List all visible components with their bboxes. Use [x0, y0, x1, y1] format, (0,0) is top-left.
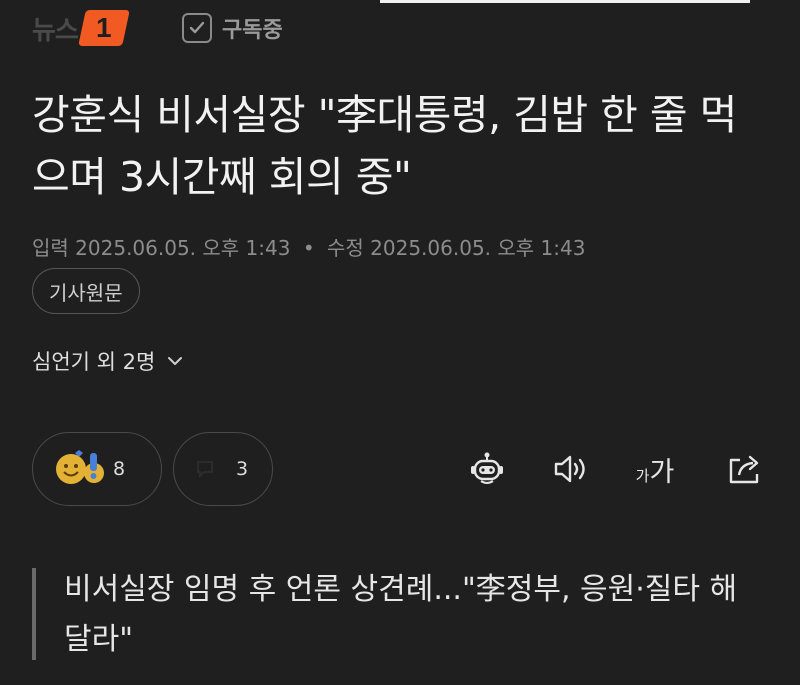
original-article-button[interactable]: 기사원문	[32, 268, 140, 314]
meta-separator: •	[302, 236, 315, 260]
emotion-count: 8	[113, 458, 126, 480]
comment-count: 3	[236, 458, 249, 480]
article-timestamps: 입력 2025.06.05. 오후 1:43 • 수정 2025.06.05. …	[32, 232, 585, 261]
read-aloud-button[interactable]	[546, 444, 596, 494]
font-size-button[interactable]: 가가	[630, 444, 680, 494]
published-label: 입력	[32, 236, 69, 260]
comment-button[interactable]: 3	[173, 432, 273, 506]
modified-label: 수정	[326, 236, 364, 260]
share-icon	[729, 455, 759, 484]
robot-summary-icon	[471, 452, 503, 484]
news1-logo[interactable]: 뉴스 1	[32, 10, 130, 46]
chevron-down-icon	[168, 357, 183, 365]
subtitle-quote-bar	[32, 568, 36, 660]
check-icon	[182, 13, 212, 43]
surprise-emoji-icon	[84, 453, 104, 483]
top-divider	[380, 0, 750, 3]
article-title: 강훈식 비서실장 "李대통령, 김밥 한 줄 먹으며 3시간째 회의 중"	[32, 91, 737, 201]
emotion-reaction-button[interactable]: 8	[32, 432, 162, 506]
comment-icon	[197, 461, 213, 479]
published-time: 2025.06.05. 오후 1:43	[75, 236, 291, 260]
font-size-icon: 가가	[636, 450, 675, 489]
font-size-large-glyph: 가	[649, 456, 675, 488]
logo-mark-digit: 1	[96, 12, 112, 43]
speaker-icon	[554, 455, 585, 483]
font-size-small-glyph: 가	[635, 466, 650, 485]
logo-mark: 1	[78, 10, 130, 46]
author-toggle[interactable]: 심언기 외 2명	[32, 346, 183, 376]
modified-time: 2025.06.05. 오후 1:43	[370, 236, 586, 260]
summary-bot-button[interactable]	[462, 444, 512, 494]
subscribe-button[interactable]: 구독중	[182, 12, 283, 44]
article-subtitle: 비서실장 임명 후 언론 상견례..."李정부, 응원·질타 해달라"	[64, 572, 738, 657]
subscribe-label: 구독중	[222, 18, 283, 43]
logo-text: 뉴스	[32, 14, 79, 45]
share-button[interactable]	[720, 444, 770, 494]
author-names: 심언기 외 2명	[32, 350, 156, 374]
top-bar: 뉴스 1 구독중	[0, 0, 800, 60]
